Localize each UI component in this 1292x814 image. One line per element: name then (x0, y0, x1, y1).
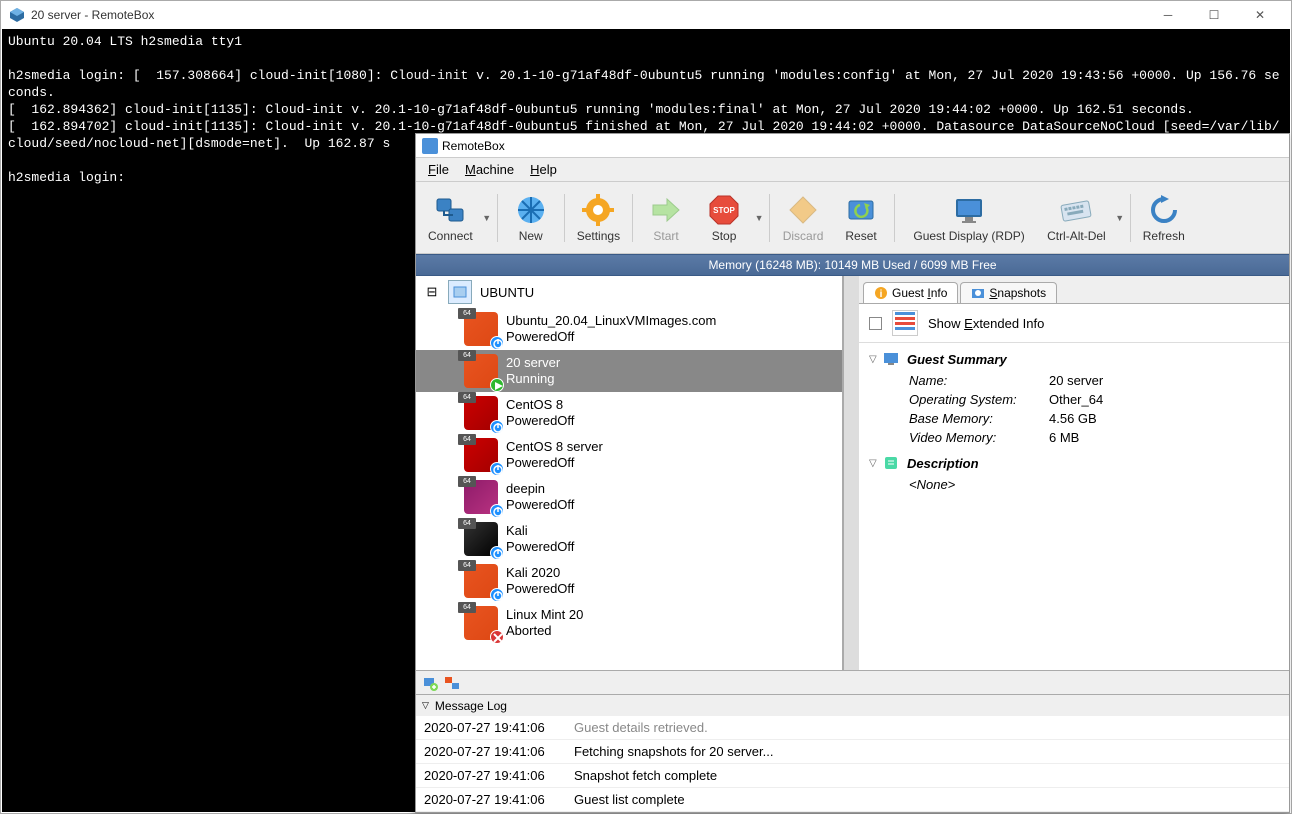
refresh-button[interactable]: Refresh (1135, 189, 1193, 247)
guest-display-button[interactable]: Guest Display (RDP) (899, 189, 1039, 247)
stop-button[interactable]: STOP Stop (695, 189, 753, 247)
discard-icon (786, 193, 820, 227)
toolbar: Connect ▼ New Settings Start STOP Stop ▼… (416, 182, 1289, 254)
scrollbar[interactable] (843, 276, 859, 670)
virtualbox-icon (9, 7, 25, 23)
vm-item[interactable]: 64Linux Mint 20Aborted (416, 602, 842, 644)
collapse-arrow-icon: ▽ (869, 354, 883, 365)
start-arrow-icon (649, 193, 683, 227)
maximize-button[interactable]: ☐ (1191, 1, 1237, 29)
remotebox-window: RemoteBox File Machine Help Connect ▼ Ne… (415, 133, 1290, 813)
connect-button[interactable]: Connect (420, 189, 481, 247)
menu-machine[interactable]: Machine (457, 162, 522, 177)
monitor-icon (952, 193, 986, 227)
vbox-title-text: 20 server - RemoteBox (31, 8, 154, 22)
vm-os-icon: 64 (464, 606, 498, 640)
log-row: 2020-07-27 19:41:06Guest details retriev… (416, 716, 1289, 740)
description-section[interactable]: ▽ Description (869, 455, 1279, 471)
separator (632, 194, 633, 242)
ctrl-alt-del-button[interactable]: Ctrl-Alt-Del (1039, 189, 1114, 247)
separator (894, 194, 895, 242)
vm-os-icon: 64 (464, 438, 498, 472)
log-row: 2020-07-27 19:41:06Snapshot fetch comple… (416, 764, 1289, 788)
connect-icon (433, 193, 467, 227)
vm-item[interactable]: 64KaliPoweredOff (416, 518, 842, 560)
svg-text:STOP: STOP (713, 206, 735, 215)
vm-item[interactable]: 64CentOS 8 serverPoweredOff (416, 434, 842, 476)
keyboard-icon (1059, 193, 1093, 227)
vbox-titlebar[interactable]: 20 server - RemoteBox ─ ☐ ✕ (1, 1, 1291, 29)
group-icon (448, 280, 472, 304)
menu-file[interactable]: File (420, 162, 457, 177)
log-header[interactable]: ▽ Message Log (416, 694, 1289, 716)
description-value: <None> (909, 477, 1279, 492)
detail-row: Video Memory:6 MB (909, 430, 1279, 445)
menubar: File Machine Help (416, 158, 1289, 182)
stop-dropdown[interactable]: ▼ (753, 213, 765, 223)
collapse-arrow-icon: ▽ (422, 700, 429, 711)
refresh-icon (1147, 193, 1181, 227)
remotebox-icon (422, 138, 438, 154)
cad-dropdown[interactable]: ▼ (1114, 213, 1126, 223)
vm-os-icon: 64 (464, 564, 498, 598)
vm-os-icon: 64 (464, 354, 498, 388)
settings-button[interactable]: Settings (569, 189, 628, 247)
vm-group[interactable]: ⊟UBUNTU (416, 276, 842, 308)
discard-button[interactable]: Discard (774, 189, 832, 247)
memory-status-bar: Memory (16248 MB): 10149 MB Used / 6099 … (416, 254, 1289, 276)
close-button[interactable]: ✕ (1237, 1, 1283, 29)
vm-item[interactable]: 64Ubuntu_20.04_LinuxVMImages.comPoweredO… (416, 308, 842, 350)
vm-list-panel: ⊟UBUNTU64Ubuntu_20.04_LinuxVMImages.comP… (416, 276, 843, 670)
show-extended-row: Show Extended Info (859, 304, 1289, 343)
vm-item[interactable]: 6420 serverRunning (416, 350, 842, 392)
separator (769, 194, 770, 242)
vm-item[interactable]: 64Kali 2020PoweredOff (416, 560, 842, 602)
vm-os-icon: 64 (464, 522, 498, 556)
log-row: 2020-07-27 19:41:06Fetching snapshots fo… (416, 740, 1289, 764)
info-panel: i Guest Info Snapshots Show Extended Inf… (859, 276, 1289, 670)
separator (497, 194, 498, 242)
new-button[interactable]: New (502, 189, 560, 247)
snapshots-icon (971, 286, 985, 300)
vm-item[interactable]: 64deepinPoweredOff (416, 476, 842, 518)
collapse-arrow-icon: ▽ (869, 458, 883, 469)
gear-icon (581, 193, 615, 227)
detail-row: Name:20 server (909, 373, 1279, 388)
remotebox-title-text: RemoteBox (442, 139, 505, 153)
remotebox-titlebar[interactable]: RemoteBox (416, 134, 1289, 158)
stop-icon: STOP (707, 193, 741, 227)
detail-row: Base Memory:4.56 GB (909, 411, 1279, 426)
reset-icon (844, 193, 878, 227)
list-icon (892, 310, 918, 336)
vm-item[interactable]: 64CentOS 8PoweredOff (416, 392, 842, 434)
group-vm-icon[interactable] (444, 675, 460, 691)
separator (564, 194, 565, 242)
info-icon: i (874, 286, 888, 300)
vm-os-icon: 64 (464, 312, 498, 346)
tab-snapshots[interactable]: Snapshots (960, 282, 1057, 303)
monitor-small-icon (883, 351, 899, 367)
guest-summary-section[interactable]: ▽ Guest Summary (869, 351, 1279, 367)
connect-dropdown[interactable]: ▼ (481, 213, 493, 223)
detail-row: Operating System:Other_64 (909, 392, 1279, 407)
tab-guest-info[interactable]: i Guest Info (863, 282, 958, 303)
note-icon (883, 455, 899, 471)
message-log: 2020-07-27 19:41:06Guest details retriev… (416, 716, 1289, 812)
minimize-button[interactable]: ─ (1145, 1, 1191, 29)
window-controls: ─ ☐ ✕ (1145, 1, 1283, 29)
action-strip (416, 670, 1289, 694)
new-icon (514, 193, 548, 227)
svg-text:i: i (880, 289, 883, 300)
start-button[interactable]: Start (637, 189, 695, 247)
vm-os-icon: 64 (464, 396, 498, 430)
menu-help[interactable]: Help (522, 162, 565, 177)
separator (1130, 194, 1131, 242)
vm-os-icon: 64 (464, 480, 498, 514)
reset-button[interactable]: Reset (832, 189, 890, 247)
add-vm-icon[interactable] (422, 675, 438, 691)
log-row: 2020-07-27 19:41:06Guest list complete (416, 788, 1289, 812)
show-extended-checkbox[interactable] (869, 317, 882, 330)
